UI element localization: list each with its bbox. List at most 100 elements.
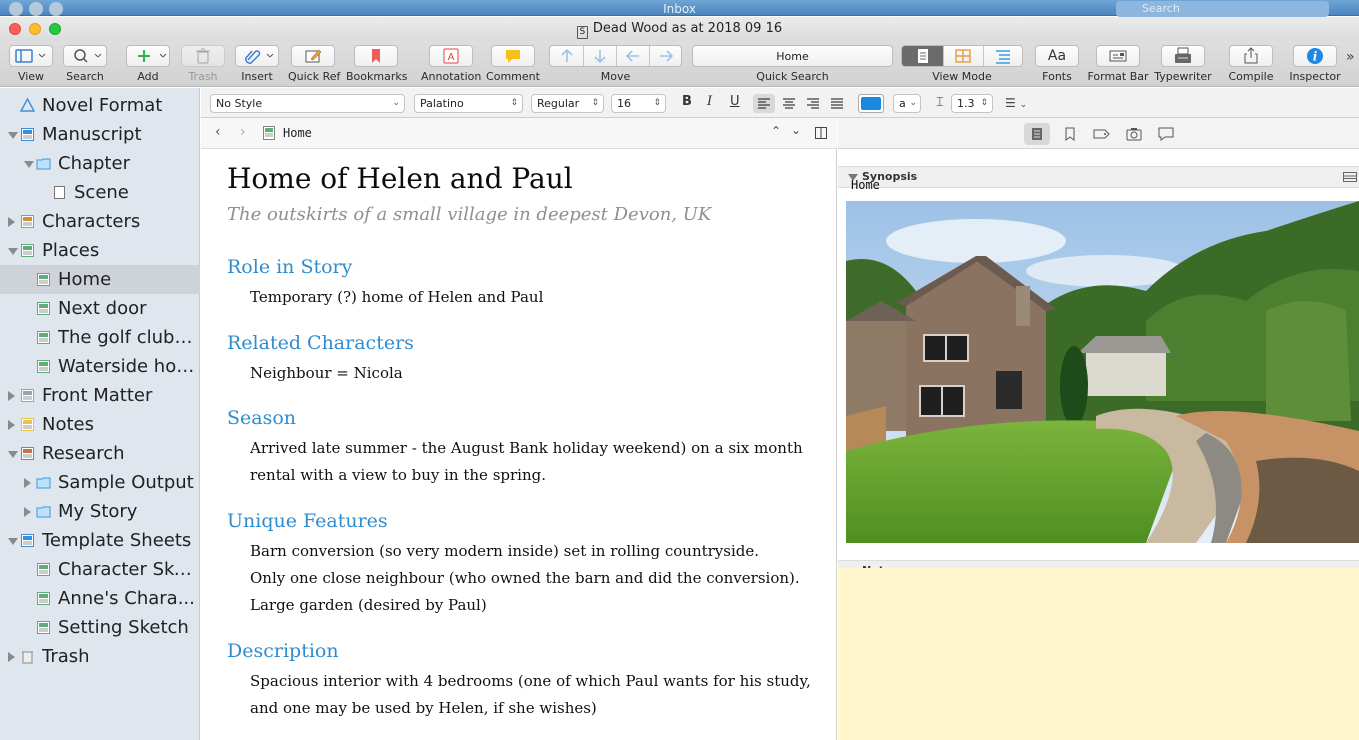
move-label: Move — [600, 70, 631, 83]
disclosure-closed-icon[interactable] — [8, 217, 15, 227]
binder-item-label: Chapter — [58, 153, 130, 174]
disclosure-open-icon[interactable] — [8, 248, 18, 255]
snapshots-tab[interactable] — [1121, 123, 1147, 145]
chevron-up-icon[interactable]: ⌃ — [771, 124, 781, 138]
view-button[interactable] — [9, 45, 53, 67]
binder-item[interactable]: Characters — [0, 207, 200, 236]
binder-item-label: Waterside hol... — [58, 356, 197, 377]
trash-button[interactable] — [181, 45, 225, 67]
binder-item[interactable]: Places — [0, 236, 200, 265]
binder-item[interactable]: Novel Format — [0, 91, 200, 120]
quick-ref-label: Quick Ref — [288, 70, 341, 83]
synopsis-text[interactable]: Home — [851, 178, 880, 192]
binder-item[interactable]: The golf club:... — [0, 323, 200, 352]
view-mode-corkboard-button[interactable] — [943, 46, 982, 66]
font-weight-select[interactable]: Regular ⇕ — [531, 94, 604, 113]
toolbar-overflow-icon[interactable]: » — [1346, 49, 1355, 65]
binder-item[interactable]: Scene — [0, 178, 200, 207]
template-icon — [36, 562, 50, 577]
disclosure-closed-icon[interactable] — [24, 507, 31, 517]
section-heading: Description — [227, 640, 339, 662]
chevron-down-icon[interactable]: ⌄ — [791, 123, 801, 137]
disclosure-closed-icon[interactable] — [8, 652, 15, 662]
format-bar-button[interactable] — [1096, 45, 1140, 67]
chevron-down-icon: ⌄ — [909, 98, 917, 108]
metadata-tab[interactable] — [1089, 123, 1115, 145]
font-family-select[interactable]: Palatino ⇕ — [414, 94, 523, 113]
section-text-line: Large garden (desired by Paul) — [250, 596, 487, 614]
view-mode-outliner-button[interactable] — [982, 46, 1022, 66]
binder-item[interactable]: Manuscript — [0, 120, 200, 149]
binder-item[interactable]: Research — [0, 439, 200, 468]
search-button[interactable] — [63, 45, 107, 67]
binder-item[interactable]: Anne's Chara... — [0, 584, 200, 613]
binder-item[interactable]: Sample Output — [0, 468, 200, 497]
fonts-button[interactable]: Aa — [1035, 45, 1079, 67]
move-down-button[interactable] — [583, 46, 616, 66]
disclosure-open-icon[interactable] — [8, 538, 18, 545]
disclosure-closed-icon[interactable] — [8, 420, 15, 430]
binder-item[interactable]: Front Matter — [0, 381, 200, 410]
italic-button[interactable]: I — [707, 94, 712, 109]
line-spacing-icon: ⌶ — [936, 95, 944, 110]
binder-item[interactable]: Trash — [0, 642, 200, 671]
insert-button[interactable] — [235, 45, 279, 67]
binder-item[interactable]: My Story — [0, 497, 200, 526]
split-editor-icon[interactable] — [815, 127, 827, 139]
trash-icon — [20, 649, 34, 664]
comments-tab[interactable] — [1153, 123, 1179, 145]
move-left-button[interactable] — [616, 46, 649, 66]
bookmarks-button[interactable] — [354, 45, 398, 67]
synopsis-image[interactable] — [846, 201, 1359, 543]
quick-ref-button[interactable] — [291, 45, 335, 67]
navigate-forward-icon[interactable]: › — [240, 124, 246, 140]
fonts-icon: Aa — [1047, 48, 1067, 64]
binder-item[interactable]: Chapter — [0, 149, 200, 178]
synopsis-mode-icon[interactable] — [1343, 172, 1357, 182]
comment-icon — [506, 50, 520, 63]
font-size-select[interactable]: 16 ⇕ — [611, 94, 666, 113]
bookmarks-tab[interactable] — [1057, 123, 1083, 145]
disclosure-open-icon[interactable] — [8, 132, 18, 139]
bold-button[interactable]: B — [682, 94, 692, 109]
navigate-back-icon[interactable]: ‹ — [215, 124, 221, 140]
inspector-button[interactable]: i — [1293, 45, 1337, 67]
line-spacing-value: 1.3 — [957, 97, 975, 110]
line-spacing-select[interactable]: 1.3 ⇕ — [951, 94, 993, 113]
compile-button[interactable] — [1229, 45, 1273, 67]
add-button[interactable] — [126, 45, 170, 67]
info-icon: i — [1307, 48, 1323, 64]
move-right-button[interactable] — [649, 46, 681, 66]
synopsis-header[interactable]: Synopsis — [838, 166, 1359, 188]
notes-tab[interactable] — [1024, 123, 1050, 145]
disclosure-closed-icon[interactable] — [24, 478, 31, 488]
highlight-color-button[interactable]: a ⌄ — [893, 94, 921, 113]
binder-item[interactable]: Setting Sketch — [0, 613, 200, 642]
binder-item[interactable]: Next door — [0, 294, 200, 323]
disclosure-open-icon[interactable] — [8, 451, 18, 458]
quick-search-field[interactable]: Home — [692, 45, 893, 67]
binder-item[interactable]: Home — [0, 265, 200, 294]
arrow-right-icon — [659, 50, 673, 62]
binder-item-label: Anne's Chara... — [58, 588, 195, 609]
move-up-button[interactable] — [550, 46, 583, 66]
format-bar-icon — [1109, 50, 1127, 62]
svg-text:A: A — [448, 52, 455, 63]
disclosure-open-icon[interactable] — [24, 161, 34, 168]
binder-item[interactable]: Template Sheets — [0, 526, 200, 555]
notes-text-area[interactable] — [838, 568, 1359, 740]
typewriter-button[interactable] — [1161, 45, 1205, 67]
text-color-button[interactable] — [858, 94, 884, 113]
paragraph-style-select[interactable]: No Style ⌄ — [210, 94, 405, 113]
compile-label: Compile — [1228, 70, 1274, 83]
binder-item[interactable]: Notes — [0, 410, 200, 439]
binder-item[interactable]: Character Ske... — [0, 555, 200, 584]
binder-item[interactable]: Waterside hol... — [0, 352, 200, 381]
disclosure-closed-icon[interactable] — [8, 391, 15, 401]
comment-button[interactable] — [491, 45, 535, 67]
view-mode-document-button[interactable] — [902, 46, 944, 66]
arrow-up-icon — [560, 48, 573, 62]
annotation-button[interactable]: A — [429, 45, 473, 67]
list-button[interactable]: ☰ ⌄ — [1005, 96, 1027, 110]
underline-button[interactable]: U — [730, 94, 740, 109]
